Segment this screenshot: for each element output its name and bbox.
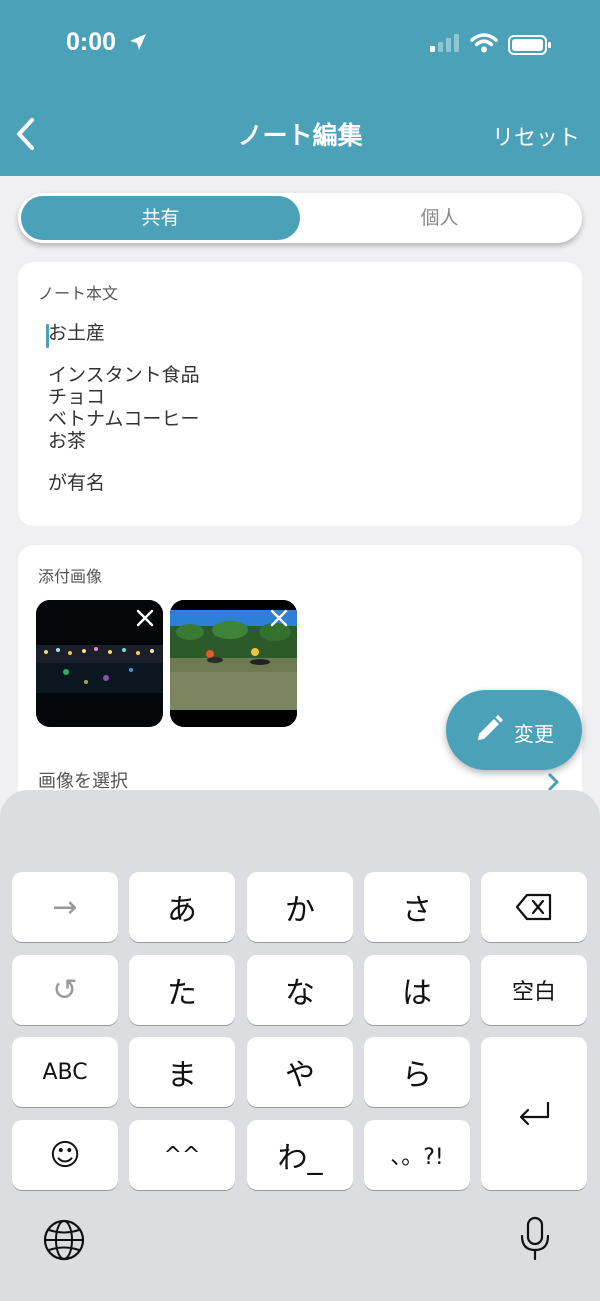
- note-line: お茶: [48, 430, 87, 452]
- note-body-text[interactable]: お土産 インスタント食品 チョコ ベトナムコーヒー お茶 が有名: [48, 322, 200, 494]
- key-sa[interactable]: さ: [364, 872, 470, 942]
- key-undo[interactable]: ↺: [12, 955, 118, 1025]
- note-body-label: ノート本文: [38, 284, 119, 303]
- wifi-icon: [470, 33, 498, 53]
- key-space[interactable]: 空白: [481, 955, 587, 1025]
- note-line: ベトナムコーヒー: [48, 408, 200, 430]
- key-return[interactable]: [481, 1037, 587, 1190]
- key-delete[interactable]: [481, 872, 587, 942]
- share-segmented-control: 共有 個人: [18, 193, 582, 243]
- cellular-signal-icon: [430, 34, 459, 52]
- key-abc[interactable]: ABC: [12, 1037, 118, 1107]
- remove-image-icon[interactable]: [269, 608, 289, 628]
- remove-image-icon[interactable]: [135, 608, 155, 628]
- key-ha[interactable]: は: [364, 955, 470, 1025]
- globe-icon[interactable]: [42, 1218, 86, 1262]
- key-ka[interactable]: か: [247, 872, 353, 942]
- note-line: インスタント食品: [48, 364, 200, 386]
- reset-button[interactable]: リセット: [492, 120, 580, 152]
- key-a[interactable]: あ: [129, 872, 235, 942]
- attachment-thumbnail[interactable]: [36, 600, 163, 727]
- segment-personal[interactable]: 個人: [300, 196, 579, 240]
- note-line: お土産: [48, 322, 106, 344]
- app-header: 0:00 ノート編集 リセット: [0, 0, 600, 176]
- key-ya[interactable]: や: [247, 1037, 353, 1107]
- delete-icon: [515, 893, 552, 921]
- key-ma[interactable]: ま: [129, 1037, 235, 1107]
- return-icon: [519, 1101, 550, 1125]
- key-kaomoji[interactable]: ^^: [129, 1120, 235, 1190]
- pencil-icon: [478, 715, 503, 740]
- key-wa[interactable]: わ_: [247, 1120, 353, 1190]
- segment-shared[interactable]: 共有: [21, 196, 300, 240]
- status-time: 0:00: [66, 28, 117, 56]
- attachment-thumbnail[interactable]: [170, 600, 297, 727]
- key-arrow-right[interactable]: →: [12, 872, 118, 942]
- chevron-right-icon: [548, 773, 559, 791]
- key-emoji[interactable]: ☺: [12, 1120, 118, 1190]
- note-line: が有名: [48, 472, 106, 494]
- key-ta[interactable]: た: [129, 955, 235, 1025]
- attachments-label: 添付画像: [38, 567, 103, 586]
- key-punctuation[interactable]: 、。?!: [364, 1120, 470, 1190]
- japanese-keyboard: → あ か さ ↺ た な は 空白 ABC ま や ら ☺ ^^ わ_ 、。?…: [0, 790, 600, 1301]
- change-button[interactable]: 変更: [446, 690, 582, 770]
- microphone-icon[interactable]: [518, 1216, 552, 1262]
- location-arrow-icon: [130, 34, 146, 50]
- key-na[interactable]: な: [247, 955, 353, 1025]
- note-body-card[interactable]: ノート本文 お土産 インスタント食品 チョコ ベトナムコーヒー お茶 が有名: [18, 262, 582, 526]
- key-ra[interactable]: ら: [364, 1037, 470, 1107]
- change-button-label: 変更: [514, 722, 554, 746]
- battery-icon: [508, 35, 551, 55]
- note-line: チョコ: [48, 386, 106, 408]
